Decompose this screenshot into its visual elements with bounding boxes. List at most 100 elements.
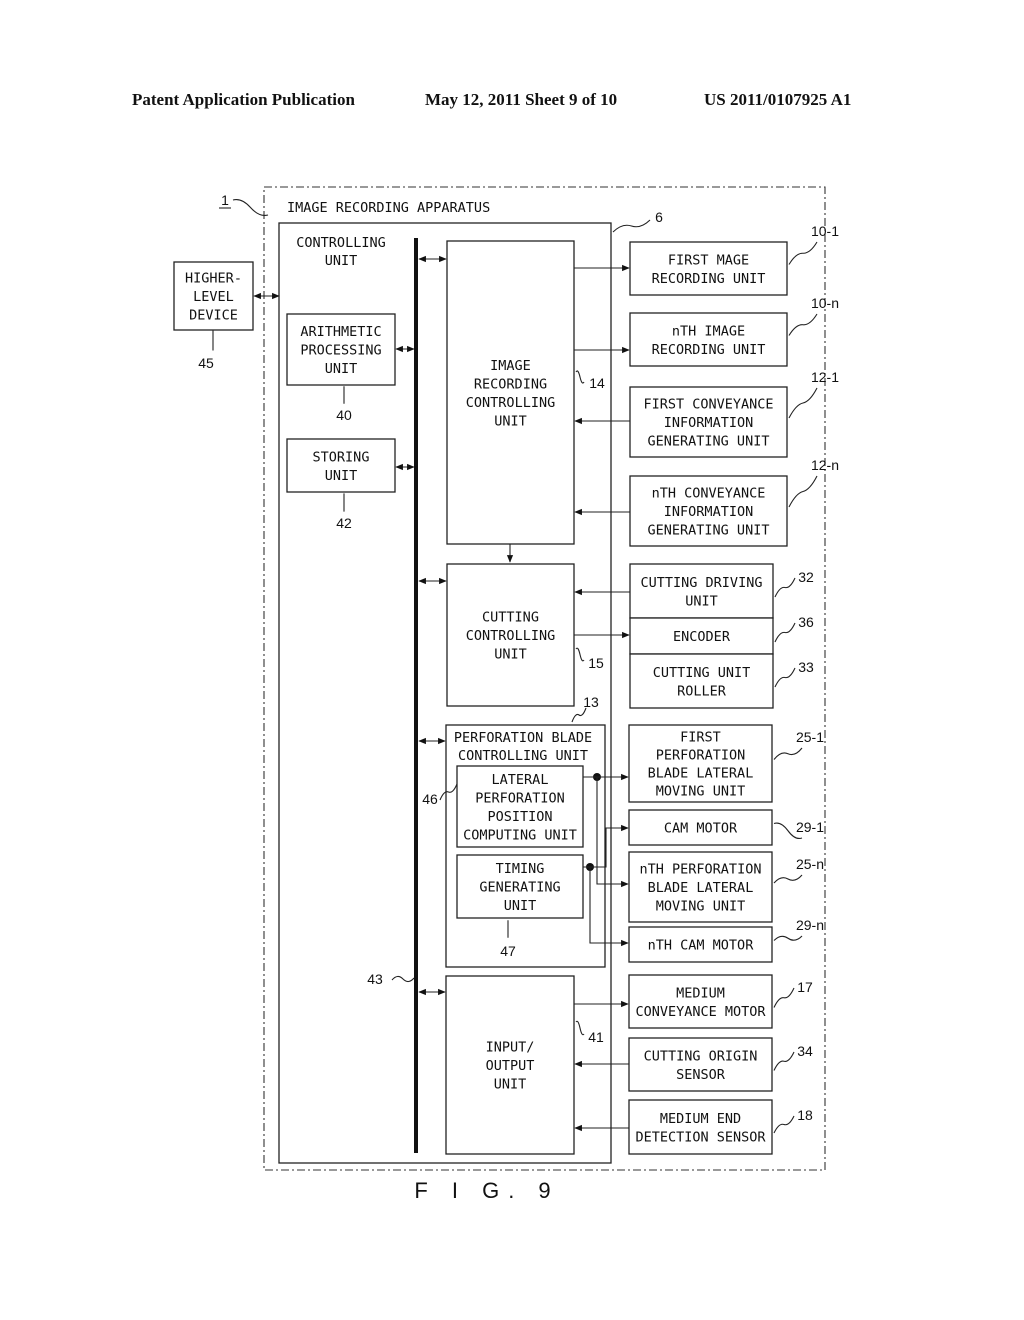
controlling-unit-label: CONTROLLING	[296, 235, 385, 251]
medium-end-detection-sensor	[628, 1099, 773, 1155]
cam-motor-label: CAM MOTOR	[664, 821, 738, 837]
medium-end-detection-sensor-label: MEDIUM END	[660, 1111, 741, 1127]
image-recording-controlling-unit-label: UNIT	[494, 413, 527, 429]
ref-32: 32	[798, 569, 814, 585]
nth-conveyance-information-generating-unit-label: nTH CONVEYANCE	[652, 486, 766, 502]
ref-12-n: 12-n	[811, 457, 839, 473]
nth-image-recording-unit-label: RECORDING UNIT	[652, 342, 766, 358]
ref-18-leader	[773, 1115, 795, 1134]
figure-caption: F I G. 9	[414, 1178, 559, 1203]
cutting-driving-unit-label: CUTTING DRIVING	[641, 575, 763, 591]
first-perforation-blade-lateral-moving-unit-label: MOVING UNIT	[656, 784, 745, 800]
input-output-unit-label: INPUT/	[486, 1040, 535, 1056]
encoder-label: ENCODER	[673, 629, 731, 645]
controlling-unit-label: UNIT	[325, 253, 358, 269]
first-perforation-blade-lateral-moving-unit-label: FIRST	[680, 730, 721, 746]
lateral-perforation-position-computing-unit-label: LATERAL	[492, 772, 549, 788]
nth-perforation-blade-lateral-moving-unit-label: BLADE LATERAL	[648, 880, 754, 896]
ref-25-n: 25-n	[796, 856, 824, 872]
ref-29-n: 29-n	[796, 917, 824, 933]
higher-level-device-label: LEVEL	[193, 289, 234, 305]
cutting-controlling-unit-label: CUTTING	[482, 610, 539, 626]
ref-33-leader	[774, 667, 796, 688]
medium-conveyance-motor-label: CONVEYANCE MOTOR	[635, 1004, 766, 1020]
ref-25-n-leader	[773, 874, 803, 884]
ref-12-n-leader	[788, 475, 818, 508]
cutting-driving-unit	[629, 563, 774, 619]
first-perforation-blade-lateral-moving-unit-label: BLADE LATERAL	[648, 766, 754, 782]
input-output-unit-label: UNIT	[494, 1077, 527, 1093]
image-recording-controlling-unit	[446, 240, 575, 545]
arithmetic-processing-unit-label: ARITHMETIC	[300, 324, 381, 340]
first-perforation-blade-lateral-moving-unit-label: PERFORATION	[656, 748, 745, 764]
first-image-recording-unit-label: RECORDING UNIT	[652, 271, 766, 287]
ref-1: 1	[221, 192, 229, 208]
pbcu-label: PERFORATION BLADE	[454, 730, 592, 746]
ref-6: 6	[655, 209, 663, 225]
first-conveyance-information-generating-unit-label: INFORMATION	[664, 415, 753, 431]
ref-17-leader	[773, 987, 795, 1008]
ref-15: 15	[588, 655, 604, 671]
ref-41: 41	[588, 1029, 604, 1045]
image-recording-controlling-unit-label: IMAGE	[490, 358, 531, 374]
cutting-driving-unit-label: UNIT	[685, 593, 718, 609]
ref-46: 46	[422, 791, 438, 807]
ref-36: 36	[798, 614, 814, 630]
image-recording-controlling-unit-label: RECORDING	[474, 376, 547, 392]
higher-level-device-label: DEVICE	[189, 308, 238, 324]
ref-18: 18	[797, 1107, 813, 1123]
medium-end-detection-sensor-label: DETECTION SENSOR	[635, 1129, 766, 1145]
nth-image-recording-unit-label: nTH IMAGE	[672, 323, 745, 339]
first-conveyance-information-generating-unit-label: GENERATING UNIT	[648, 434, 770, 450]
ref-29-n-leader	[773, 935, 803, 941]
apparatus-label: IMAGE RECORDING APPARATUS	[287, 200, 490, 216]
nth-conveyance-information-generating-unit-label: INFORMATION	[664, 504, 753, 520]
timing-generating-unit-label: GENERATING	[479, 880, 560, 896]
image-recording-controlling-unit-label: CONTROLLING	[466, 395, 555, 411]
ref-25-1: 25-1	[796, 729, 824, 745]
ref-12-1: 12-1	[811, 369, 839, 385]
cutting-unit-roller-label: CUTTING UNIT	[653, 665, 751, 681]
cutting-unit-roller-label: ROLLER	[677, 683, 727, 699]
medium-conveyance-motor	[628, 974, 773, 1029]
arithmetic-processing-unit-label: PROCESSING	[300, 343, 381, 359]
ref-42: 42	[336, 515, 352, 531]
storing-unit-label: UNIT	[325, 468, 358, 484]
cutting-controlling-unit-label: UNIT	[494, 647, 527, 663]
ref-29-1: 29-1	[796, 819, 824, 835]
arithmetic-processing-unit-label: UNIT	[325, 361, 358, 377]
cutting-unit-roller	[629, 653, 774, 709]
ref-43: 43	[367, 971, 383, 987]
nth-cam-motor-label: nTH CAM MOTOR	[648, 938, 755, 954]
ref-1-leader	[232, 199, 269, 216]
ref-25-1-leader	[773, 747, 803, 760]
ref-14: 14	[589, 375, 605, 391]
ref-10-1-leader	[788, 241, 818, 265]
ref-13: 13	[583, 694, 599, 710]
ref-34-leader	[773, 1051, 795, 1071]
ref-10-n-leader	[788, 313, 818, 336]
ref-47: 47	[500, 943, 516, 959]
nth-image-recording-unit	[629, 312, 788, 367]
ref-10-n: 10-n	[811, 295, 839, 311]
first-image-recording-unit-label: FIRST MAGE	[668, 252, 749, 268]
timing-generating-unit-label: TIMING	[496, 861, 545, 877]
block-diagram: IMAGE RECORDING APPARATUS 1 CONTROLLING UNI…	[173, 186, 839, 1203]
ref-17: 17	[797, 979, 813, 995]
lateral-perforation-position-computing-unit-label: COMPUTING UNIT	[463, 827, 577, 843]
ref-40: 40	[336, 407, 352, 423]
ref-10-1: 10-1	[811, 223, 839, 239]
medium-conveyance-motor-label: MEDIUM	[676, 985, 725, 1001]
cutting-origin-sensor-label: CUTTING ORIGIN	[644, 1048, 758, 1064]
ref-6-leader	[612, 219, 651, 233]
first-conveyance-information-generating-unit-label: FIRST CONVEYANCE	[643, 397, 773, 413]
pbcu-label: CONTROLLING UNIT	[458, 748, 588, 764]
timing-generating-unit-label: UNIT	[504, 898, 537, 914]
ref-36-leader	[774, 622, 796, 643]
first-image-recording-unit	[629, 241, 788, 296]
nth-perforation-blade-lateral-moving-unit-label: MOVING UNIT	[656, 899, 745, 915]
cutting-origin-sensor	[628, 1037, 773, 1092]
storing-unit	[286, 438, 396, 493]
ref-12-1-leader	[788, 387, 818, 419]
nth-perforation-blade-lateral-moving-unit-label: nTH PERFORATION	[640, 862, 762, 878]
